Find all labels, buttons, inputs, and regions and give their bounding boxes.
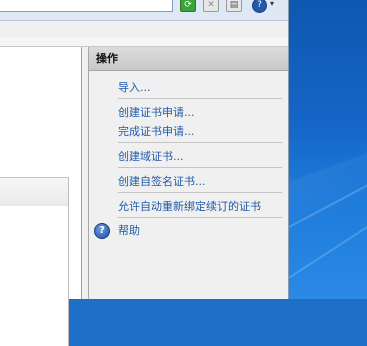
- divider: [118, 142, 282, 143]
- wallpaper-light-ray: [284, 171, 367, 231]
- divider: [118, 217, 282, 218]
- actions-pane: 操作 导入... 创建证书申请... 完成证书申请... 创建域证书... 创建…: [88, 47, 288, 299]
- create-certificate-request-link[interactable]: 创建证书申请...: [118, 106, 195, 119]
- address-bar[interactable]: [0, 0, 173, 12]
- help-link[interactable]: 帮助: [118, 224, 140, 237]
- actions-pane-title: 操作: [89, 47, 288, 71]
- list-view[interactable]: [0, 206, 69, 346]
- toolbar: ⟳ ✕ ▤ ? ▾: [0, 0, 288, 21]
- divider: [118, 192, 282, 193]
- create-self-signed-certificate-link[interactable]: 创建自签名证书...: [118, 175, 206, 188]
- enable-auto-rebind-link[interactable]: 允许自动重新绑定续订的证书: [118, 200, 261, 213]
- import-link[interactable]: 导入...: [118, 81, 151, 94]
- complete-certificate-request-link[interactable]: 完成证书申请...: [118, 125, 195, 138]
- stop-icon[interactable]: ✕: [203, 0, 219, 12]
- help-icon[interactable]: ?: [252, 0, 267, 13]
- page-icon[interactable]: ▤: [226, 0, 242, 12]
- view-separator: [0, 37, 288, 47]
- divider: [118, 98, 282, 99]
- help-icon[interactable]: ?: [94, 223, 110, 239]
- features-pane: [0, 47, 82, 346]
- list-column-header[interactable]: [0, 177, 69, 207]
- divider: [118, 167, 282, 168]
- refresh-icon[interactable]: ⟳: [180, 0, 196, 12]
- desktop-wallpaper: [284, 0, 367, 299]
- create-domain-certificate-link[interactable]: 创建域证书...: [118, 150, 184, 163]
- chevron-down-icon[interactable]: ▾: [270, 0, 274, 8]
- iis-manager-window: ⟳ ✕ ▤ ? ▾ 操作 导入... 创建证书申请... 完成证书申请... 创…: [0, 0, 289, 346]
